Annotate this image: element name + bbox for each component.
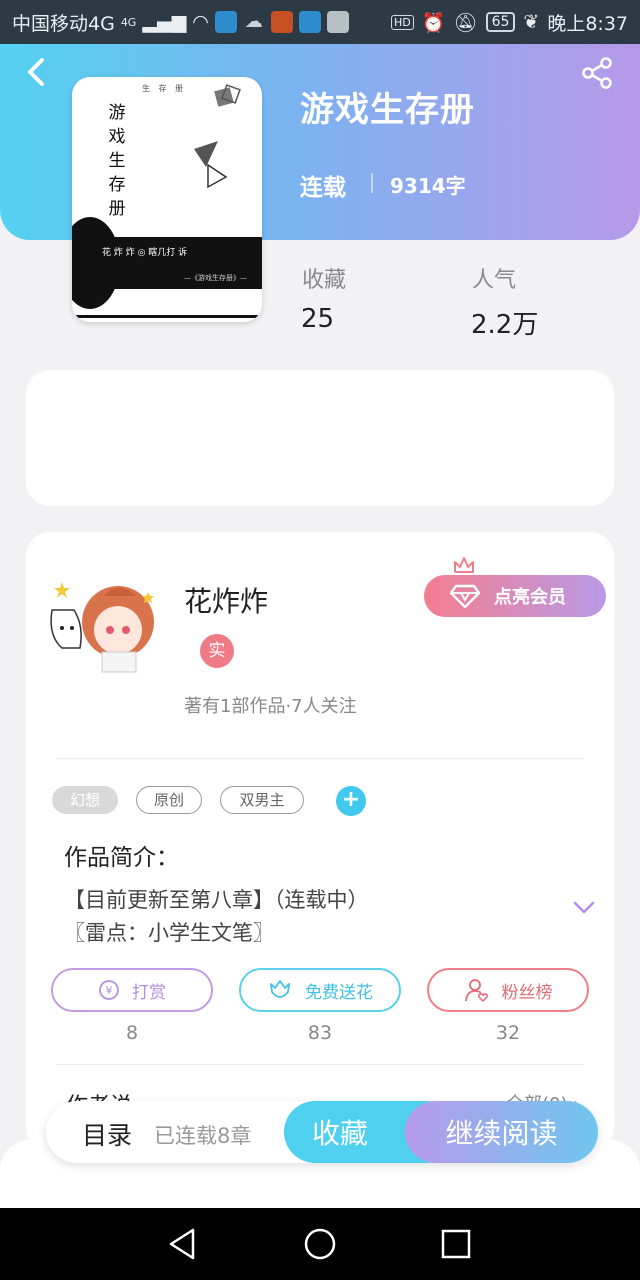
- alarm-icon: ⏰: [421, 11, 446, 34]
- intro-line: 〖雷点：小学生文笔〗: [64, 921, 274, 945]
- battery-icon: 65: [485, 12, 516, 32]
- fan-ranking-button[interactable]: 粉丝榜: [427, 968, 589, 1012]
- cloud-icon: ☁: [244, 11, 263, 32]
- send-flower-button[interactable]: 免费送花: [239, 968, 401, 1012]
- user-heart-icon: [464, 979, 488, 1003]
- popularity-value: 2.2万: [471, 310, 539, 340]
- cover-top-note: 生 存 册: [142, 84, 187, 93]
- vip-member-label: 点亮会员: [494, 587, 566, 608]
- share-icon[interactable]: [580, 56, 614, 90]
- intro-title: 作品简介：: [64, 845, 179, 871]
- nav-home-icon[interactable]: [298, 1222, 342, 1266]
- tag-fantasy[interactable]: 幻想: [52, 786, 118, 814]
- word-count: 9314字: [390, 174, 466, 198]
- chapter-count: 已连载8章: [154, 1124, 252, 1148]
- cover-title: 游戏生存册: [108, 103, 126, 219]
- tip-count: 8: [125, 1022, 139, 1044]
- tag-original[interactable]: 原创: [136, 786, 202, 814]
- carrier-text: 中国移动4G: [12, 12, 115, 35]
- cover-band-subtext: —《游戏生存册》—: [184, 274, 247, 282]
- divider: [56, 1064, 584, 1065]
- vip-member-button[interactable]: 点亮会员: [424, 575, 606, 617]
- nav-recents-icon[interactable]: [434, 1222, 478, 1266]
- book-status: 连载: [300, 175, 346, 201]
- flower-count: 83: [307, 1022, 333, 1044]
- signal-bars-icon: ▂▄▆: [142, 11, 187, 33]
- flower-icon: [270, 980, 290, 998]
- popularity-label: 人气: [472, 268, 517, 293]
- author-name[interactable]: 花炸炸: [184, 580, 268, 620]
- verified-badge: 实: [200, 634, 234, 668]
- status-bar: 中国移动4G 4G ▂▄▆ ◠ ☁ HD ⏰ 🔕︎ 65 ❦ 晚上8:37: [0, 0, 640, 44]
- wifi-icon: ◠: [192, 11, 209, 33]
- toc-button[interactable]: 目录: [82, 1116, 132, 1152]
- cover-bottom-line: [72, 315, 262, 318]
- svg-text:¥: ¥: [106, 984, 113, 997]
- author-avatar[interactable]: [44, 566, 162, 676]
- empty-card: [26, 370, 614, 506]
- continue-reading-button[interactable]: 继续阅读: [405, 1101, 598, 1163]
- app-notification-icon: [326, 11, 349, 33]
- intro-line: 【目前更新至第八章】（连载中）: [64, 888, 369, 912]
- clock-text: 晚上8:37: [547, 12, 628, 35]
- signal-icon: 4G: [120, 15, 137, 29]
- author-meta: 著有1部作品·7人关注: [184, 696, 357, 717]
- diamond-icon: [450, 584, 480, 608]
- app-notification-icon: [214, 11, 237, 33]
- fan-count: 32: [495, 1022, 521, 1044]
- crown-icon: [454, 557, 474, 573]
- favorites-value: 25: [301, 304, 335, 334]
- cover-band-text: 花 炸 炸 ◎ 瞎几打 诉: [102, 248, 188, 258]
- mute-icon: 🔕︎: [453, 11, 478, 34]
- favorites-label: 收藏: [302, 268, 347, 293]
- fan-ranking-label: 粉丝榜: [501, 982, 553, 1003]
- add-tag-button[interactable]: +: [336, 786, 366, 816]
- triangle-decoration-icon: [194, 141, 228, 189]
- leaf-icon: ❦: [523, 11, 540, 33]
- divider: [371, 173, 373, 193]
- book-title: 游戏生存册: [300, 90, 475, 130]
- app-notification-icon: [270, 11, 293, 33]
- hd-icon: HD: [391, 14, 414, 30]
- back-icon[interactable]: [22, 56, 50, 88]
- chevron-down-icon[interactable]: [572, 900, 596, 916]
- tag-bl[interactable]: 双男主: [220, 786, 304, 814]
- tip-label: 打赏: [132, 982, 166, 1003]
- send-flower-label: 免费送花: [305, 982, 373, 1003]
- app-notification-icon: [298, 11, 321, 33]
- tip-button[interactable]: ¥ 打赏: [51, 968, 213, 1012]
- divider: [56, 758, 584, 759]
- yuan-coin-icon: ¥: [99, 980, 119, 1000]
- nav-back-icon[interactable]: [161, 1222, 205, 1266]
- book-cover[interactable]: 生 存 册 游戏生存册 花 炸 炸 ◎ 瞎几打 诉 —《游戏生存册》—: [72, 77, 262, 322]
- dice-icon: [214, 84, 241, 107]
